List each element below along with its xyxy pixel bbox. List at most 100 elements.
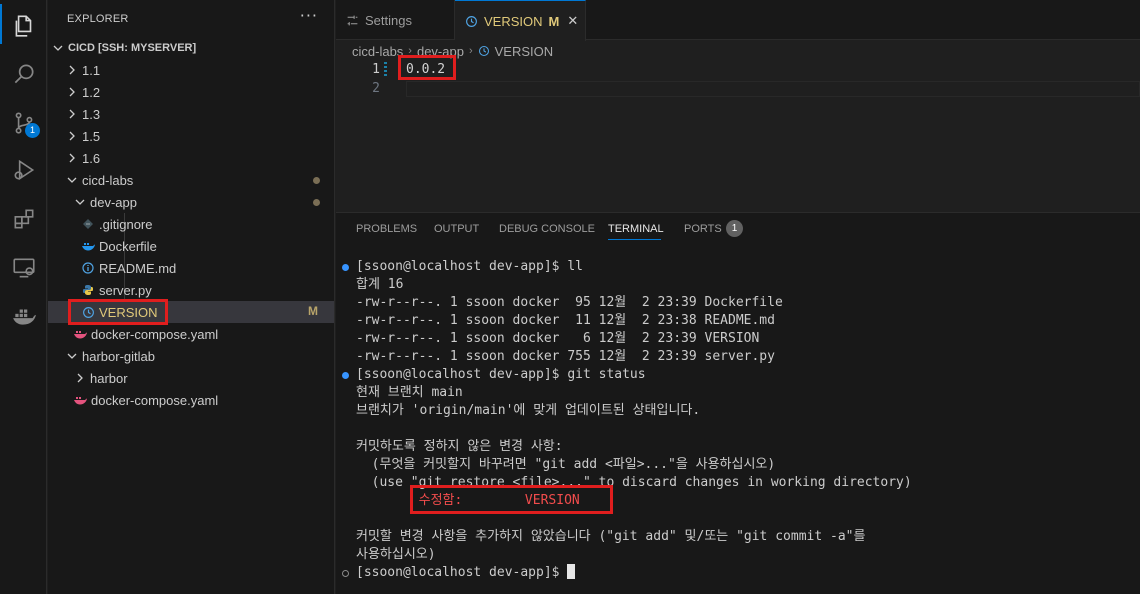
terminal-line: [ssoon@localhost dev-app]$ ll — [356, 259, 583, 274]
chevron-right-icon — [64, 150, 80, 166]
workspace-root[interactable]: CICD [SSH: MYSERVER] — [48, 37, 334, 59]
tree-folder[interactable]: 1.2 — [48, 81, 334, 103]
command-status-dot[interactable] — [342, 264, 349, 271]
tree-folder[interactable]: 1.6 — [48, 147, 334, 169]
run-debug-icon[interactable] — [0, 146, 47, 193]
tree-item-label: dev-app — [90, 194, 137, 210]
tree-item-label: Dockerfile — [99, 238, 157, 254]
info-icon — [80, 260, 96, 276]
source-control-badge: 1 — [25, 123, 40, 138]
editor-tabs: Settings VERSION M ✕ — [336, 0, 1140, 41]
terminal-line: 합계 16 — [356, 277, 404, 292]
ports-badge: 1 — [726, 220, 743, 237]
remote-explorer-icon[interactable] — [0, 244, 47, 291]
extensions-icon[interactable] — [0, 195, 47, 242]
settings-tab-icon — [346, 14, 359, 27]
docker-file-icon — [80, 238, 96, 254]
terminal-line: 현재 브랜치 main — [356, 385, 463, 400]
tree-item-label: .gitignore — [99, 216, 153, 232]
tab-settings[interactable]: Settings — [336, 0, 455, 40]
tree-item-label: cicd-labs — [82, 172, 134, 188]
tab-output[interactable]: OUTPUT — [434, 223, 479, 235]
terminal-line: 사용하십시오) — [356, 547, 436, 562]
tab-version[interactable]: VERSION M ✕ — [455, 0, 586, 41]
chevron-down-icon — [50, 40, 66, 56]
tree-folder[interactable]: harbor-gitlab — [48, 345, 334, 367]
gitignore-icon — [80, 216, 96, 232]
chevron-down-icon — [72, 194, 88, 210]
active-tab-underline — [608, 239, 661, 240]
tree-item-label: 1.3 — [82, 106, 101, 122]
tree-item-label: harbor — [90, 370, 128, 386]
tree-item-label: 1.1 — [82, 62, 101, 78]
tree-folder[interactable]: 1.5 — [48, 125, 334, 147]
chevron-down-icon — [64, 172, 80, 188]
command-status-dot[interactable] — [342, 372, 349, 379]
current-line-highlight — [406, 81, 1140, 97]
tree-item-label: 1.2 — [82, 84, 101, 100]
highlight-box-modified — [410, 485, 613, 514]
tree-folder[interactable]: dev-app — [48, 191, 334, 213]
command-status-dot[interactable] — [342, 570, 349, 577]
chevron-right-icon — [64, 84, 80, 100]
chevron-right-icon — [64, 106, 80, 122]
terminal-line: -rw-r--r--. 1 ssoon docker 6 12월 2 23:39… — [356, 331, 760, 346]
chevron-right-icon: › — [468, 45, 473, 57]
terminal-line: -rw-r--r--. 1 ssoon docker 95 12월 2 23:3… — [356, 295, 783, 310]
tab-label: Settings — [365, 12, 412, 28]
tab-ports[interactable]: PORTS — [684, 223, 722, 235]
chevron-right-icon — [72, 370, 88, 386]
terminal-line: 커밋하도록 정하지 않은 변경 사항: — [356, 439, 563, 454]
terminal-line: 브랜치가 'origin/main'에 맞게 업데이트된 상태입니다. — [356, 403, 701, 418]
explorer-icon[interactable] — [0, 2, 47, 49]
terminal-line: -rw-r--r--. 1 ssoon docker 755 12월 2 23:… — [356, 349, 775, 364]
tree-file[interactable]: docker-compose.yaml — [48, 389, 334, 411]
modified-dot — [313, 199, 320, 206]
chevron-down-icon — [64, 348, 80, 364]
terminal-line: 커밋할 변경 사항을 추가하지 않았습니다 ("git add" 및/또는 "g… — [356, 529, 866, 544]
tree-file[interactable]: docker-compose.yaml — [48, 323, 334, 345]
clock-icon — [465, 15, 478, 28]
explorer-title: EXPLORER — [67, 13, 129, 25]
line-number: 2 — [372, 81, 380, 96]
terminal-line: -rw-r--r--. 1 ssoon docker 11 12월 2 23:3… — [356, 313, 775, 328]
source-control-icon[interactable]: 1 — [0, 99, 47, 146]
line-number: 1 — [372, 62, 380, 77]
terminal-cursor — [567, 564, 576, 579]
tree-folder[interactable]: harbor — [48, 367, 334, 389]
terminal-line: [ssoon@localhost dev-app]$ — [356, 564, 576, 582]
tree-file[interactable]: .gitignore — [48, 213, 334, 235]
tree-item-label: 1.5 — [82, 128, 101, 144]
tree-folder[interactable]: 1.1 — [48, 59, 334, 81]
breadcrumb-item[interactable]: cicd-labs — [352, 44, 403, 59]
workspace-root-label: CICD [SSH: MYSERVER] — [68, 42, 197, 54]
tree-file[interactable]: server.py — [48, 279, 334, 301]
more-actions-icon[interactable]: ··· — [300, 6, 318, 25]
docker-compose-icon — [72, 392, 88, 408]
tree-folder[interactable]: cicd-labs — [48, 169, 334, 191]
close-icon[interactable]: ✕ — [567, 13, 578, 29]
tab-debug-console[interactable]: DEBUG CONSOLE — [499, 223, 595, 235]
explorer-sidebar: EXPLORER ··· CICD [SSH: MYSERVER] 1.1 1.2… — [48, 0, 335, 594]
highlight-box-version-value — [398, 55, 456, 80]
tree-item-label: README.md — [99, 260, 177, 276]
modified-status-badge: M — [308, 304, 318, 318]
tab-problems[interactable]: PROBLEMS — [356, 223, 417, 235]
breadcrumb-item[interactable]: VERSION — [495, 44, 554, 59]
terminal-line: [ssoon@localhost dev-app]$ git status — [356, 367, 646, 382]
activity-bar: 1 — [0, 0, 47, 594]
code-editor[interactable]: 1 0.0.2 2 — [336, 62, 1140, 212]
python-icon — [80, 282, 96, 298]
clock-icon — [478, 45, 490, 57]
dirty-diff-marker — [384, 62, 387, 78]
docker-compose-icon — [72, 326, 88, 342]
highlight-box-version-file — [68, 299, 168, 325]
docker-icon[interactable] — [0, 292, 47, 339]
tree-file[interactable]: README.md — [48, 257, 334, 279]
tree-file[interactable]: Dockerfile — [48, 235, 334, 257]
tree-item-label: 1.6 — [82, 150, 101, 166]
tab-terminal[interactable]: TERMINAL — [608, 223, 664, 235]
search-icon[interactable] — [0, 50, 47, 97]
chevron-right-icon — [64, 128, 80, 144]
tree-folder[interactable]: 1.3 — [48, 103, 334, 125]
